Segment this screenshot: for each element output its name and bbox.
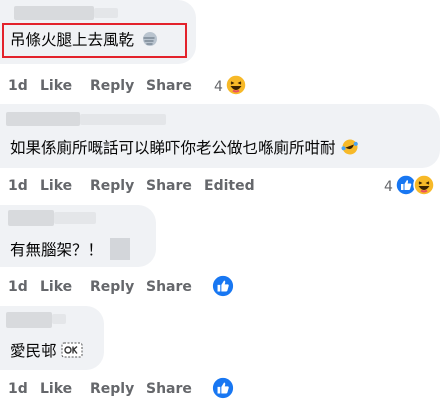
reaction-summary[interactable]: 4 xyxy=(214,74,247,100)
like-icon xyxy=(211,274,235,302)
like-button[interactable]: Like xyxy=(40,279,90,295)
timestamp[interactable]: 1d xyxy=(8,279,40,295)
comment-text-content: 吊條火腿上去風乾 xyxy=(10,31,135,49)
comment-actions: 1d Like Reply Share xyxy=(8,75,204,97)
timestamp[interactable]: 1d xyxy=(8,78,40,94)
reaction-count: 4 xyxy=(214,79,223,95)
like-icon xyxy=(211,376,235,404)
timestamp[interactable]: 1d xyxy=(8,381,40,397)
redacted-emoji xyxy=(109,238,130,260)
redacted-author-name xyxy=(8,210,54,226)
share-button[interactable]: Share xyxy=(146,279,204,295)
edited-label[interactable]: Edited xyxy=(204,178,262,194)
comment-text: 愛民邨 xyxy=(10,341,83,363)
redacted-author-name xyxy=(94,8,118,18)
comment-text: 吊條火腿上去風乾 xyxy=(10,30,159,53)
reaction-summary[interactable]: 4 xyxy=(384,174,435,200)
redacted-author-name xyxy=(6,312,52,328)
redacted-author-name xyxy=(14,6,94,20)
share-button[interactable]: Share xyxy=(146,178,204,194)
comment-actions: 1d Like Reply Share xyxy=(8,276,204,298)
like-button[interactable]: Like xyxy=(40,381,90,397)
reaction-summary[interactable] xyxy=(211,376,235,404)
reply-button[interactable]: Reply xyxy=(90,279,146,295)
reaction-count: 4 xyxy=(384,179,393,195)
redacted-author-name xyxy=(54,212,96,224)
laughing-tears-icon xyxy=(341,138,359,161)
comment-text-content: 如果係廁所嘅話可以睇吓你老公做乜喺廁所咁耐 xyxy=(10,139,336,157)
like-button[interactable]: Like xyxy=(40,178,90,194)
reaction-summary[interactable] xyxy=(211,274,235,302)
comment-actions: 1d Like Reply Share xyxy=(8,378,204,400)
redacted-author-name xyxy=(6,112,80,126)
reply-button[interactable]: Reply xyxy=(90,178,146,194)
haha-icon xyxy=(225,74,247,100)
reply-button[interactable]: Reply xyxy=(90,381,146,397)
ok-icon xyxy=(61,342,83,363)
reply-button[interactable]: Reply xyxy=(90,78,146,94)
comment-text: 如果係廁所嘅話可以睇吓你老公做乜喺廁所咁耐 xyxy=(10,138,359,161)
like-button[interactable]: Like xyxy=(40,78,90,94)
comment-text-content: 愛民邨 xyxy=(10,342,57,360)
wind-face-icon xyxy=(141,30,159,53)
share-button[interactable]: Share xyxy=(146,381,204,397)
comment-actions: 1d Like Reply Share Edited xyxy=(8,175,262,197)
haha-icon xyxy=(413,174,435,200)
share-button[interactable]: Share xyxy=(146,78,204,94)
redacted-author-name xyxy=(80,114,166,125)
comment-text: 有無腦架？！ xyxy=(10,238,130,260)
timestamp[interactable]: 1d xyxy=(8,178,40,194)
redacted-author-name xyxy=(52,314,66,324)
comment-text-content: 有無腦架？！ xyxy=(10,241,104,259)
